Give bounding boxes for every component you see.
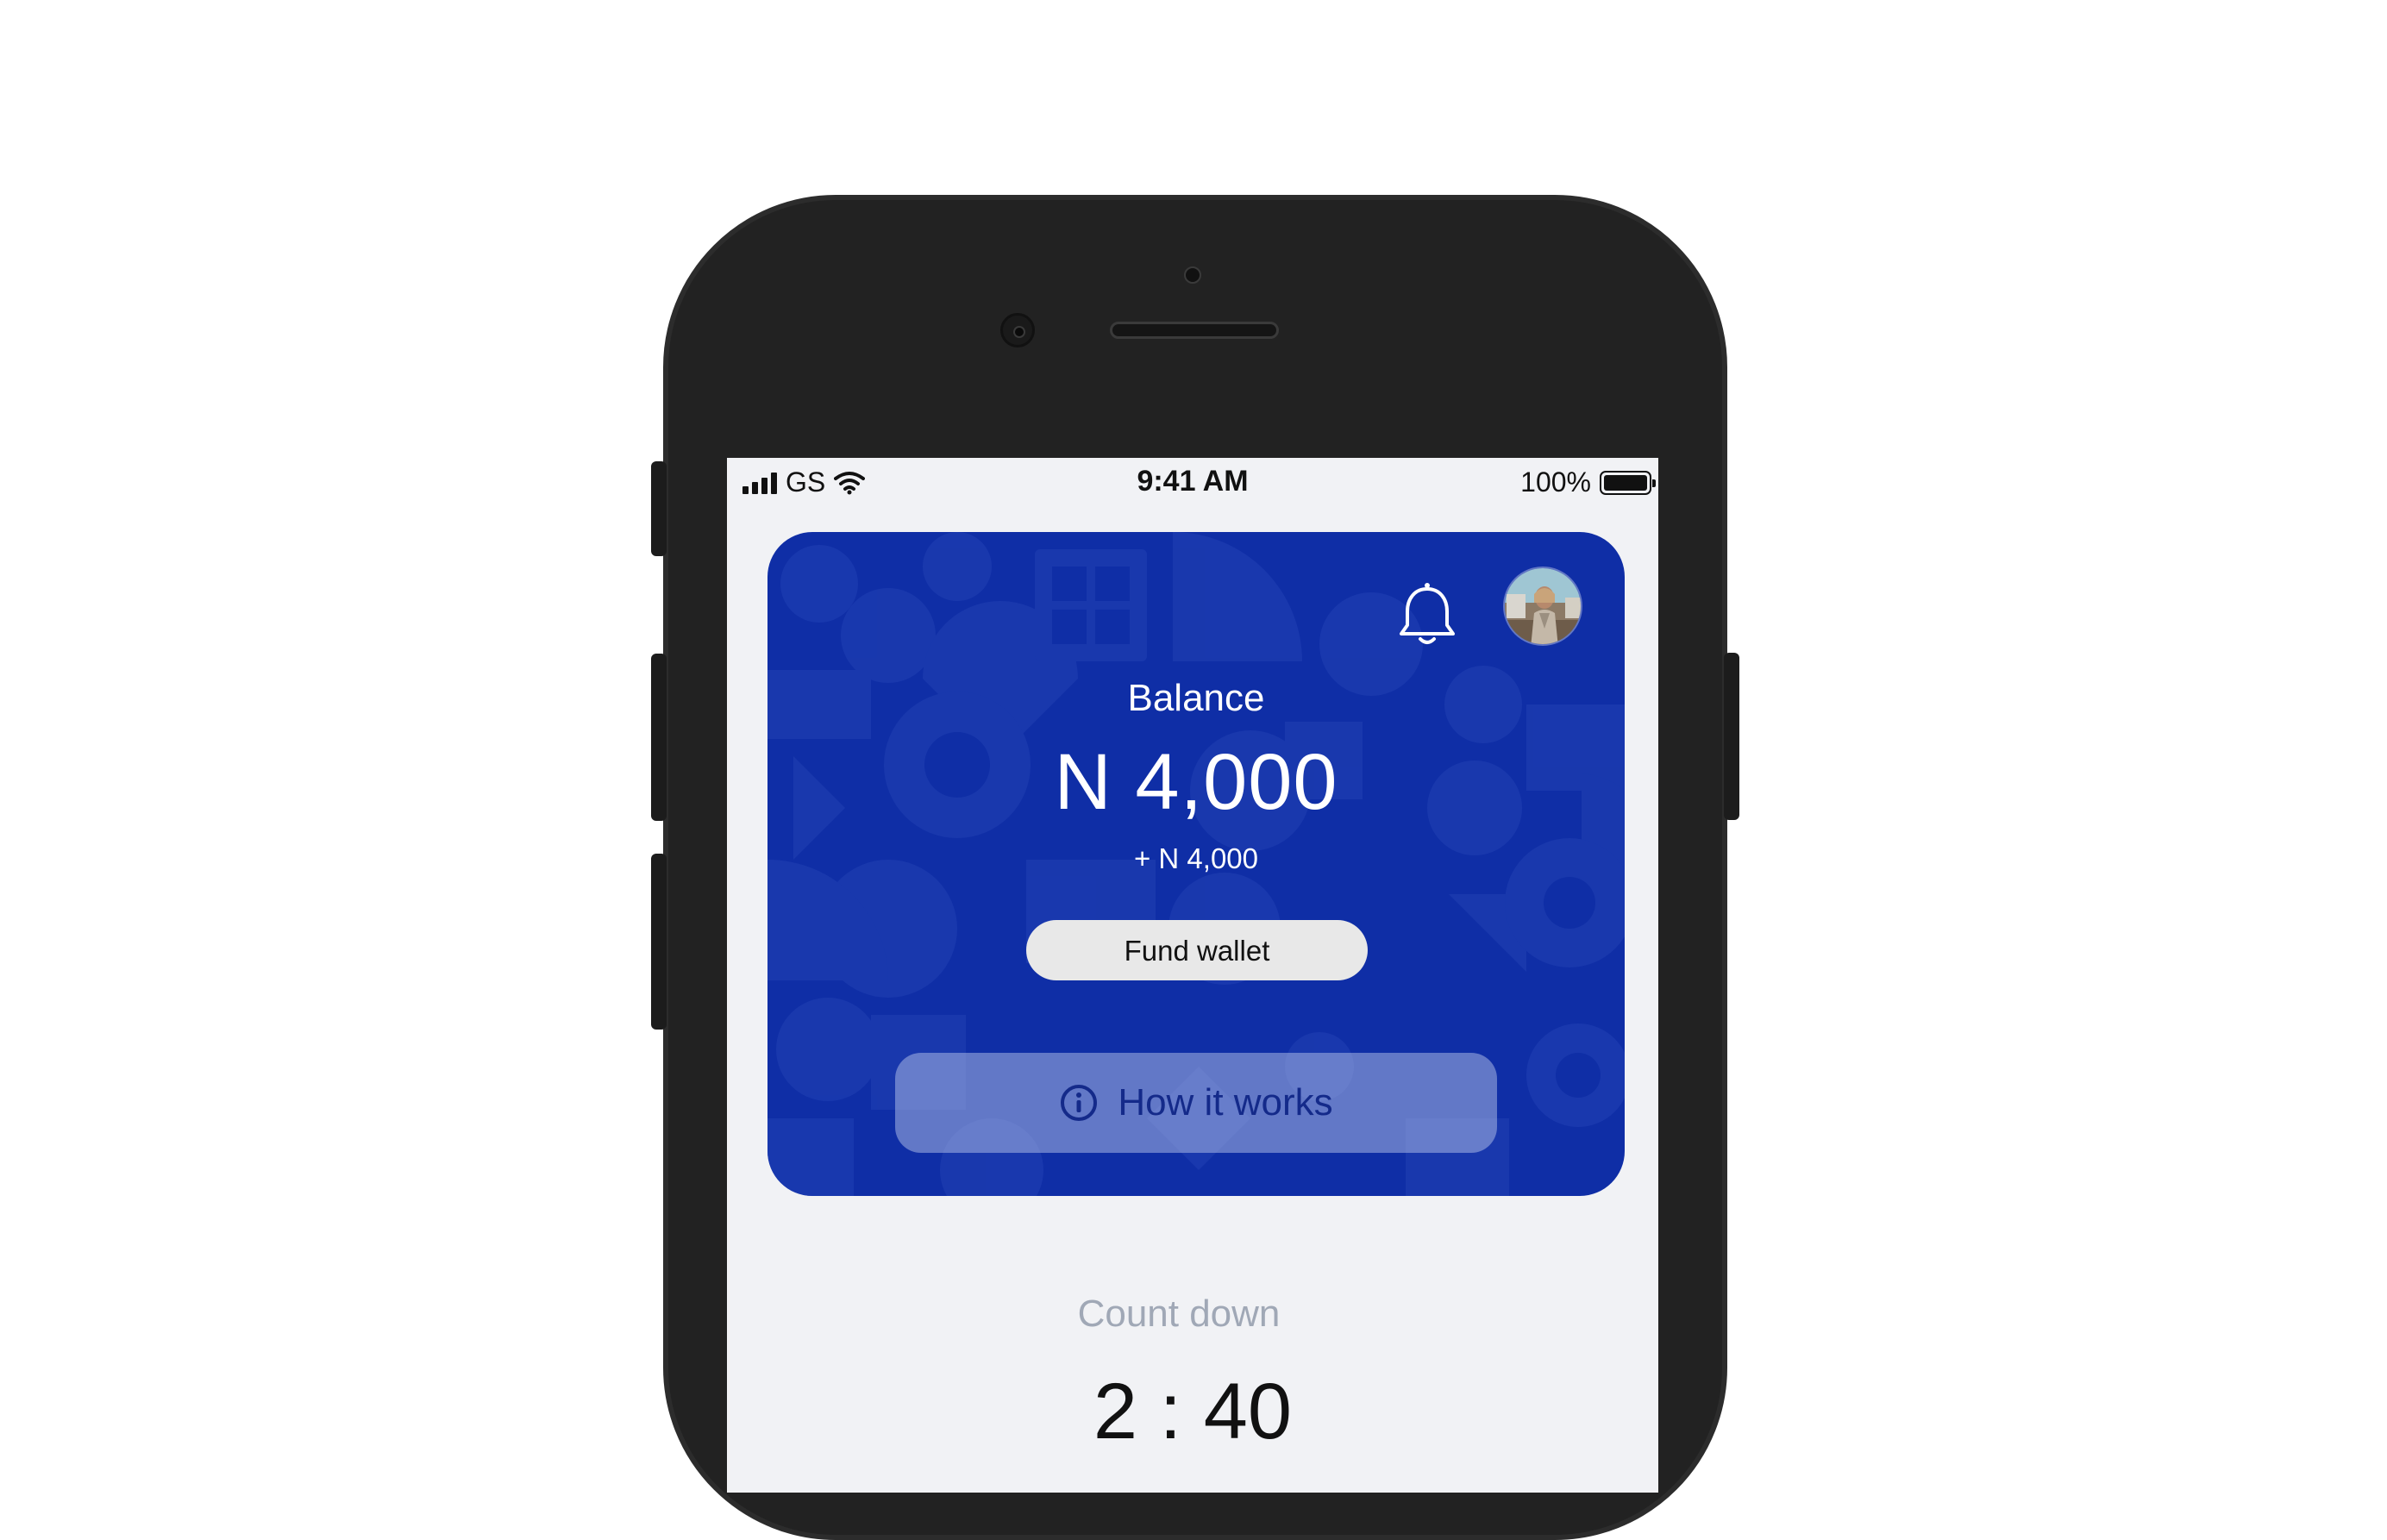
balance-amount: N 4,000 [1054,738,1338,826]
status-time: 9:41 AM [1137,465,1249,498]
battery-percent: 100% [1520,466,1591,498]
info-icon [1061,1085,1098,1121]
avatar-photo [1505,568,1581,644]
avatar[interactable] [1503,567,1582,646]
status-right: 100% [1520,466,1656,498]
volume-down-button [651,854,667,1030]
fund-wallet-button[interactable]: Fund wallet [1026,920,1368,980]
power-button [1724,653,1739,820]
bell-icon[interactable] [1388,577,1466,654]
how-it-works-button[interactable]: How it works [895,1053,1497,1153]
wallet-card: Balance N 4,000 + N 4,000 Fund wallet Ho… [767,532,1625,1196]
battery-icon [1600,470,1656,495]
balance-label: Balance [1127,677,1265,719]
volume-up-button [651,654,667,821]
proximity-sensor [1184,266,1201,284]
countdown-value: 2 : 40 [1093,1368,1293,1455]
front-camera [1000,313,1035,347]
mute-switch [651,461,667,556]
countdown-label: Count down [1077,1293,1281,1335]
phone-screen: GS 9:41 AM 100% Balance N 4,000 + N 4,00… [727,458,1658,1493]
balance-change: + N 4,000 [1133,842,1259,874]
how-it-works-label: How it works [1118,1081,1333,1124]
earpiece-speaker [1110,322,1279,339]
status-bar: GS 9:41 AM 100% [727,458,1658,506]
